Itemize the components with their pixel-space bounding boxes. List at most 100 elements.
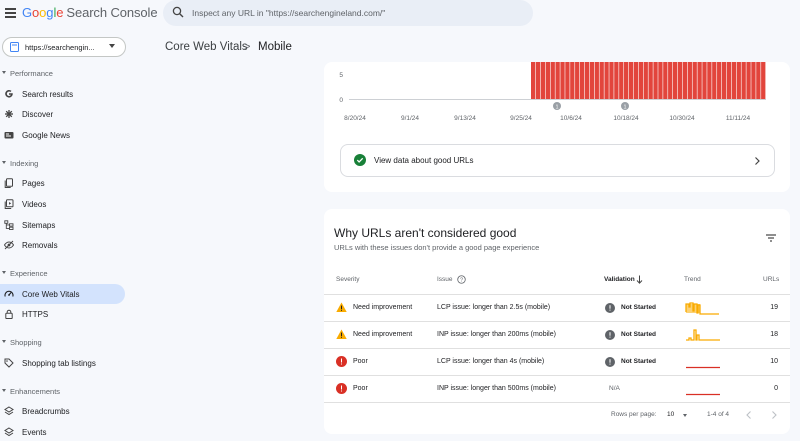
sidebar-item-shopping-tab-listings[interactable]: Shopping tab listings [0, 353, 125, 373]
search-input[interactable] [192, 4, 522, 22]
chart-bar[interactable] [677, 62, 683, 99]
chart-bar[interactable] [702, 62, 707, 99]
top-bar: Google Search Console [0, 0, 800, 28]
chart-bar[interactable] [614, 62, 619, 99]
view-good-urls-link[interactable]: View data about good URLs [340, 144, 775, 177]
chart-bar[interactable] [751, 62, 756, 99]
table-row[interactable]: Poor LCP issue: longer than 4s (mobile) … [324, 348, 790, 375]
breadcrumb-separator: > [244, 41, 251, 53]
chart-bar[interactable] [707, 62, 712, 99]
chart-bar[interactable] [599, 62, 604, 99]
next-page-icon[interactable] [770, 410, 778, 420]
column-issue[interactable]: Issue [437, 276, 453, 283]
table-row[interactable]: Need improvement LCP issue: longer than … [324, 294, 790, 321]
issues-title: Why URLs aren't considered good [334, 226, 517, 240]
property-selector[interactable]: https://searchengin... [2, 37, 126, 57]
chart-bar[interactable] [687, 62, 692, 99]
chart-bar[interactable] [624, 62, 629, 99]
sidebar-item-search-results[interactable]: Search results [0, 84, 125, 104]
table-row[interactable]: Poor INP issue: longer than 500ms (mobil… [324, 375, 790, 402]
chart-bar[interactable] [663, 62, 668, 99]
chart-bar[interactable] [628, 62, 634, 99]
column-urls[interactable]: URLs [763, 276, 779, 283]
column-validation[interactable]: Validation [604, 276, 635, 283]
sidebar-item-breadcrumbs[interactable]: Breadcrumbs [0, 401, 125, 421]
collapse-icon [2, 271, 6, 274]
chart-bar[interactable] [555, 62, 560, 99]
chevron-down-icon[interactable] [683, 414, 687, 417]
annotation-marker[interactable]: 1 [553, 102, 561, 110]
chart-bar[interactable] [717, 62, 722, 99]
chart-bar[interactable] [741, 62, 746, 99]
chart-bar[interactable] [594, 62, 599, 99]
chart-bar[interactable] [535, 62, 541, 99]
status-info-icon [605, 330, 615, 340]
chart-bar[interactable] [584, 62, 590, 99]
chart-bar[interactable] [668, 62, 673, 99]
chart-bar[interactable] [658, 62, 663, 99]
chart-bar[interactable] [633, 62, 639, 99]
previous-page-icon[interactable] [745, 410, 753, 420]
annotation-marker[interactable]: 1 [621, 102, 629, 110]
asterisk-icon [5, 110, 13, 118]
chart-bar[interactable] [619, 62, 624, 99]
chart-bar[interactable] [550, 62, 555, 99]
chart-bar[interactable] [761, 62, 766, 99]
chart-bar[interactable] [638, 62, 644, 99]
filter-icon[interactable] [765, 233, 777, 243]
chart-bar[interactable] [746, 62, 751, 99]
chart-bar[interactable] [697, 62, 702, 99]
sidebar-item-videos[interactable]: Videos [0, 194, 125, 214]
rows-per-page-select[interactable]: 10 [667, 411, 674, 418]
app-logo[interactable]: Google Search Console [22, 5, 158, 20]
chart-bar[interactable] [653, 62, 658, 99]
sidebar-item-core-web-vitals[interactable]: Core Web Vitals [0, 284, 125, 304]
table-row[interactable]: Need improvement INP issue: longer than … [324, 321, 790, 348]
chart-bar[interactable] [604, 62, 609, 99]
chart-bar[interactable] [540, 62, 546, 99]
chart-bar[interactable] [721, 62, 727, 99]
chart-bar[interactable] [545, 62, 550, 99]
sidebar-item-https[interactable]: HTTPS [0, 304, 125, 324]
chart-bar[interactable] [579, 62, 585, 99]
chart-bar[interactable] [531, 62, 536, 99]
issues-subtitle: URLs with these issues don't provide a g… [334, 243, 540, 252]
chart-bar[interactable] [726, 62, 732, 99]
sidebar-item-pages[interactable]: Pages [0, 173, 125, 193]
chart-bar[interactable] [682, 62, 688, 99]
breadcrumb-core-web-vitals[interactable]: Core Web Vitals [165, 41, 248, 53]
severity-label: Need improvement [353, 304, 413, 311]
annotation-label: 1 [555, 104, 558, 110]
pages-icon [4, 178, 13, 188]
chart-bar[interactable] [672, 62, 678, 99]
chart-bar[interactable] [589, 62, 595, 99]
chart-bar[interactable] [756, 62, 761, 99]
chart-bar[interactable] [609, 62, 614, 99]
menu-icon[interactable] [5, 8, 16, 18]
chart-bar[interactable] [565, 62, 570, 99]
help-icon[interactable]: ? [457, 275, 466, 284]
sidebar-item-discover[interactable]: Discover [0, 104, 125, 124]
url-count: 19 [770, 304, 778, 311]
chart-bar[interactable] [560, 62, 565, 99]
sort-arrow-down-icon[interactable] [636, 275, 643, 284]
status-info-icon [605, 357, 615, 367]
sidebar-item-removals[interactable]: Removals [0, 235, 125, 255]
sidebar-item-sitemaps[interactable]: Sitemaps [0, 215, 125, 235]
chart-bar[interactable] [736, 62, 741, 99]
warning-icon [336, 302, 347, 312]
column-severity[interactable]: Severity [336, 276, 359, 283]
chart-bar[interactable] [643, 62, 648, 99]
trend-sparkline [686, 366, 720, 369]
chart-bar[interactable] [712, 62, 717, 99]
chart-bar[interactable] [570, 62, 575, 99]
url-inspect-search[interactable] [163, 0, 533, 26]
check-circle-icon [354, 154, 366, 166]
chart-bar[interactable] [692, 62, 697, 99]
sidebar-item-google-news[interactable]: Google News [0, 125, 125, 145]
issue-label: INP issue: longer than 200ms (mobile) [437, 331, 556, 338]
sidebar-item-events[interactable]: Events [0, 422, 125, 441]
chart-bar[interactable] [731, 62, 737, 99]
chart-bar[interactable] [575, 62, 580, 99]
chart-bar[interactable] [648, 62, 653, 99]
